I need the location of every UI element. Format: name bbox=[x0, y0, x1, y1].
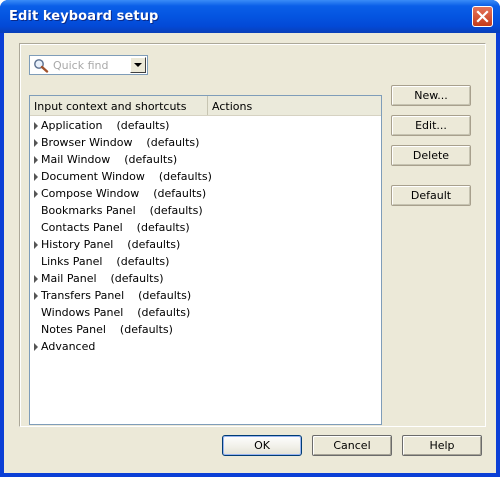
dialog-body: Quick find Input context and shortcuts A… bbox=[4, 33, 496, 473]
tree-row-label: Links Panel (defaults) bbox=[41, 255, 170, 268]
tree-row-label: Contacts Panel (defaults) bbox=[41, 221, 190, 234]
tree-row[interactable]: Application (defaults) bbox=[30, 117, 381, 134]
tree-rows: Application (defaults) Browser Window (de… bbox=[30, 117, 381, 355]
title-bar[interactable]: Edit keyboard setup bbox=[0, 0, 500, 33]
tree-row-label: Bookmarks Panel (defaults) bbox=[41, 204, 203, 217]
tree-row[interactable]: Contacts Panel (defaults) bbox=[30, 219, 381, 236]
tree-row[interactable]: Advanced bbox=[30, 338, 381, 355]
expand-arrow-icon[interactable] bbox=[34, 122, 38, 130]
tree-row[interactable]: Mail Window (defaults) bbox=[30, 151, 381, 168]
close-button[interactable] bbox=[472, 6, 493, 27]
tree-row-label: Transfers Panel (defaults) bbox=[41, 289, 192, 302]
tree-row-label: Document Window (defaults) bbox=[41, 170, 212, 183]
tree-row[interactable]: History Panel (defaults) bbox=[30, 236, 381, 253]
tree-row[interactable]: Mail Panel (defaults) bbox=[30, 270, 381, 287]
cancel-button[interactable]: Cancel bbox=[312, 435, 392, 456]
help-button[interactable]: Help bbox=[402, 435, 482, 456]
tree-row-label: Mail Window (defaults) bbox=[41, 153, 178, 166]
expand-arrow-icon[interactable] bbox=[34, 275, 38, 283]
tree-row-label: Notes Panel (defaults) bbox=[41, 323, 173, 336]
shortcuts-tree[interactable]: Input context and shortcuts Actions Appl… bbox=[29, 95, 382, 425]
tree-row[interactable]: Windows Panel (defaults) bbox=[30, 304, 381, 321]
edit-keyboard-setup-dialog: Edit keyboard setup Quick find Input con… bbox=[0, 0, 500, 477]
tree-row[interactable]: Notes Panel (defaults) bbox=[30, 321, 381, 338]
quick-find-input[interactable]: Quick find bbox=[53, 59, 108, 72]
search-icon bbox=[34, 59, 49, 73]
chevron-down-icon bbox=[134, 63, 142, 67]
dialog-title: Edit keyboard setup bbox=[9, 9, 159, 24]
expand-arrow-icon[interactable] bbox=[34, 241, 38, 249]
tree-row[interactable]: Bookmarks Panel (defaults) bbox=[30, 202, 381, 219]
expand-arrow-icon[interactable] bbox=[34, 173, 38, 181]
tree-header: Input context and shortcuts Actions bbox=[30, 96, 381, 116]
quick-find-combo[interactable]: Quick find bbox=[29, 55, 148, 75]
tree-row-label: Compose Window (defaults) bbox=[41, 187, 207, 200]
tree-row-label: Browser Window (defaults) bbox=[41, 136, 200, 149]
default-button[interactable]: Default bbox=[391, 185, 471, 206]
tree-row-label: Windows Panel (defaults) bbox=[41, 306, 191, 319]
quick-find-dropdown-button[interactable] bbox=[130, 57, 146, 73]
edit-button[interactable]: Edit... bbox=[391, 115, 471, 136]
new-button[interactable]: New... bbox=[391, 85, 471, 106]
delete-button[interactable]: Delete bbox=[391, 145, 471, 166]
tree-row-label: History Panel (defaults) bbox=[41, 238, 181, 251]
tree-row-label: Mail Panel (defaults) bbox=[41, 272, 164, 285]
expand-arrow-icon[interactable] bbox=[34, 292, 38, 300]
close-icon bbox=[476, 10, 489, 23]
tree-row[interactable]: Links Panel (defaults) bbox=[30, 253, 381, 270]
tree-row-label: Advanced bbox=[41, 340, 96, 353]
tree-row-label: Application (defaults) bbox=[41, 119, 170, 132]
tree-row[interactable]: Browser Window (defaults) bbox=[30, 134, 381, 151]
expand-arrow-icon[interactable] bbox=[34, 156, 38, 164]
expand-arrow-icon[interactable] bbox=[34, 190, 38, 198]
expand-arrow-icon[interactable] bbox=[34, 343, 38, 351]
column-header-actions[interactable]: Actions bbox=[208, 96, 381, 115]
expand-arrow-icon[interactable] bbox=[34, 139, 38, 147]
column-header-context[interactable]: Input context and shortcuts bbox=[30, 96, 208, 115]
tree-row[interactable]: Transfers Panel (defaults) bbox=[30, 287, 381, 304]
tree-row[interactable]: Document Window (defaults) bbox=[30, 168, 381, 185]
ok-button[interactable]: OK bbox=[222, 435, 302, 456]
tree-row[interactable]: Compose Window (defaults) bbox=[30, 185, 381, 202]
